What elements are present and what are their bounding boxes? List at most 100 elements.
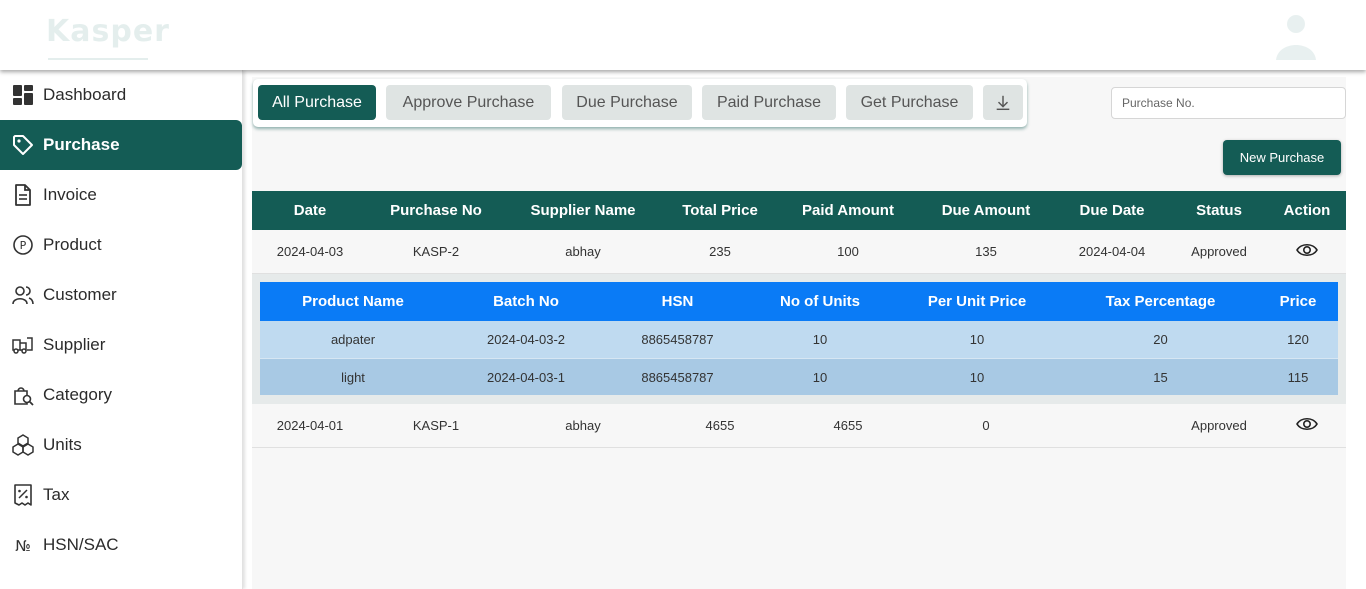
column-header: No of Units	[749, 282, 891, 322]
purchase-table-header: Date Purchase No Supplier Name Total Pri…	[252, 191, 1346, 230]
column-header: Action	[1268, 191, 1346, 230]
sidebar-item-purchase[interactable]: Purchase	[0, 120, 242, 170]
tab-due-purchase[interactable]: Due Purchase	[562, 85, 692, 120]
main-content: All Purchase Approve Purchase Due Purcha…	[252, 77, 1346, 589]
cell-product-name: adpater	[260, 321, 446, 359]
cell-paid-amount: 4655	[778, 404, 918, 448]
purchase-table: Date Purchase No Supplier Name Total Pri…	[252, 191, 1346, 448]
users-icon	[12, 284, 34, 306]
cell-purchase-no: KASP-1	[368, 404, 504, 448]
cell-date: 2024-04-01	[252, 404, 368, 448]
truck-icon	[12, 334, 34, 356]
column-header: Tax Percentage	[1063, 282, 1258, 322]
table-row[interactable]: 2024-04-01 KASP-1 abhay 4655 4655 0 Appr…	[252, 404, 1346, 448]
sidebar-item-supplier[interactable]: Supplier	[0, 320, 242, 370]
sidebar-item-label: Invoice	[43, 185, 97, 204]
cell-tax: 15	[1063, 358, 1258, 396]
view-eye-icon[interactable]	[1296, 242, 1318, 258]
cell-due-date	[1054, 404, 1170, 448]
logo-text: Kasper	[46, 14, 170, 49]
cell-purchase-no: KASP-2	[368, 230, 504, 274]
cell-tax: 20	[1063, 321, 1258, 359]
column-header[interactable]: Due Date	[1054, 191, 1170, 230]
column-header[interactable]: Paid Amount	[778, 191, 918, 230]
logo-underline	[48, 58, 148, 60]
receipt-percent-icon	[12, 484, 34, 506]
sidebar-item-label: Tax	[43, 485, 70, 504]
sidebar-item-label: Category	[43, 385, 112, 404]
sidebar-item-dashboard[interactable]: Dashboard	[0, 70, 242, 120]
column-header[interactable]: Status	[1170, 191, 1268, 230]
table-row[interactable]: 2024-04-03 KASP-2 abhay 235 100 135 2024…	[252, 230, 1346, 274]
column-header: Batch No	[446, 282, 606, 322]
sidebar-item-tax[interactable]: Tax	[0, 470, 242, 520]
cell-date: 2024-04-03	[252, 230, 368, 274]
dashboard-icon	[12, 84, 34, 106]
cell-paid-amount: 100	[778, 230, 918, 274]
sidebar-item-invoice[interactable]: Invoice	[0, 170, 242, 220]
purchase-tabs: All Purchase Approve Purchase Due Purcha…	[253, 79, 1027, 127]
new-purchase-button[interactable]: New Purchase	[1223, 140, 1341, 175]
cell-supplier: abhay	[504, 404, 662, 448]
sidebar-item-label: Customer	[43, 285, 117, 304]
cell-hsn: 8865458787	[606, 321, 749, 359]
column-header: Price	[1258, 282, 1338, 322]
download-icon	[994, 94, 1012, 112]
brand-logo[interactable]: Kasper	[46, 14, 170, 62]
tab-approve-purchase[interactable]: Approve Purchase	[386, 85, 551, 120]
sidebar-item-category[interactable]: Category	[0, 370, 242, 420]
cell-due-amount: 135	[918, 230, 1054, 274]
cell-action	[1268, 404, 1346, 448]
sidebar: Dashboard Purchase Invoice P Product Cus…	[0, 70, 243, 589]
tab-paid-purchase[interactable]: Paid Purchase	[702, 85, 836, 120]
purchase-detail-row: Product Name Batch No HSN No of Units Pe…	[252, 273, 1346, 404]
sidebar-item-customer[interactable]: Customer	[0, 270, 242, 320]
user-avatar-icon[interactable]	[1270, 10, 1322, 62]
sidebar-item-label: Dashboard	[43, 85, 127, 104]
cell-unit-price: 10	[891, 358, 1063, 396]
tag-icon	[12, 134, 34, 156]
sidebar-item-label: Units	[43, 435, 82, 454]
bag-search-icon	[12, 384, 34, 406]
column-header[interactable]: Total Price	[662, 191, 778, 230]
status-badge: Approved	[1170, 404, 1268, 448]
sidebar-item-label: Product	[43, 235, 102, 254]
column-header[interactable]: Purchase No	[368, 191, 504, 230]
sidebar-item-product[interactable]: P Product	[0, 220, 242, 270]
purchase-items-table: Product Name Batch No HSN No of Units Pe…	[260, 282, 1338, 396]
svg-text:P: P	[20, 239, 27, 252]
numero-icon: №	[12, 534, 34, 556]
sidebar-item-label: Purchase	[43, 135, 120, 154]
document-icon	[12, 184, 34, 206]
purchase-search-input[interactable]	[1111, 87, 1346, 119]
cell-supplier: abhay	[504, 230, 662, 274]
sidebar-item-units[interactable]: Units	[0, 420, 242, 470]
cell-due-amount: 0	[918, 404, 1054, 448]
view-eye-icon[interactable]	[1296, 416, 1318, 432]
item-row: light 2024-04-03-1 8865458787 10 10 15 1…	[260, 358, 1338, 396]
tab-get-purchase[interactable]: Get Purchase	[846, 85, 973, 120]
item-row: adpater 2024-04-03-2 8865458787 10 10 20…	[260, 321, 1338, 359]
cubes-icon	[12, 434, 34, 456]
cell-price: 120	[1258, 321, 1338, 359]
status-badge: Approved	[1170, 230, 1268, 274]
tab-all-purchase[interactable]: All Purchase	[258, 85, 376, 120]
sidebar-item-label: Supplier	[43, 335, 106, 354]
cell-due-date: 2024-04-04	[1054, 230, 1170, 274]
cell-total-price: 235	[662, 230, 778, 274]
product-p-icon: P	[12, 234, 34, 256]
svg-text:№: №	[15, 537, 31, 555]
sidebar-item-label: HSN/SAC	[43, 535, 119, 554]
cell-batch-no: 2024-04-03-2	[446, 321, 606, 359]
cell-hsn: 8865458787	[606, 358, 749, 396]
column-header[interactable]: Supplier Name	[504, 191, 662, 230]
cell-units: 10	[749, 321, 891, 359]
column-header[interactable]: Due Amount	[918, 191, 1054, 230]
top-header: Kasper	[0, 0, 1366, 70]
column-header: Per Unit Price	[891, 282, 1063, 322]
cell-batch-no: 2024-04-03-1	[446, 358, 606, 396]
column-header[interactable]: Date	[252, 191, 368, 230]
sidebar-item-hsn-sac[interactable]: № HSN/SAC	[0, 520, 242, 570]
download-button[interactable]	[983, 85, 1023, 120]
cell-units: 10	[749, 358, 891, 396]
